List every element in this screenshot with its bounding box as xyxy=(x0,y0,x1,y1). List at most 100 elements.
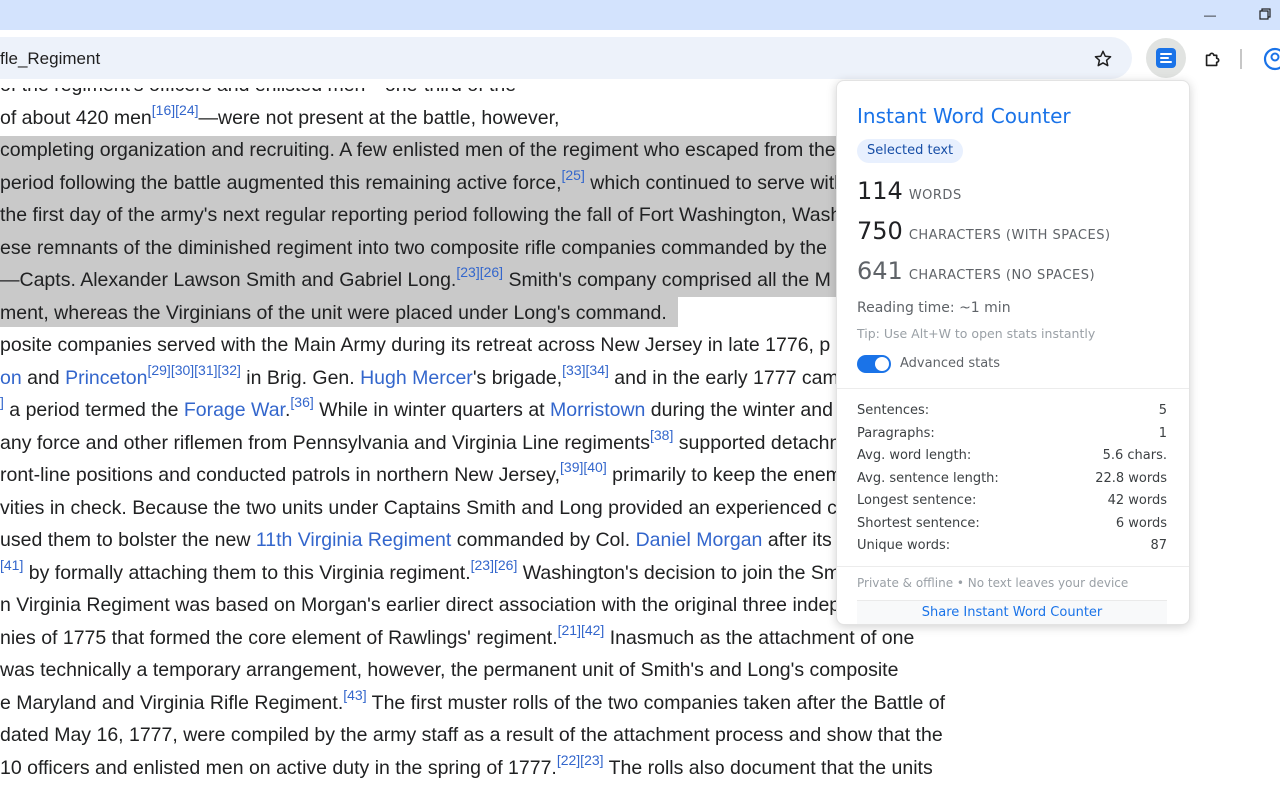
article-text-line: nies of 1775 that formed the core elemen… xyxy=(0,622,914,654)
advanced-stats-toggle[interactable] xyxy=(857,355,891,373)
url-text[interactable]: fle_Regiment xyxy=(0,48,100,70)
bookmark-star-button[interactable] xyxy=(1088,45,1118,73)
stat-row-longest-sentence: Longest sentence: 42 words xyxy=(857,489,1167,511)
article-text-line: dated May 16, 1777, were compiled by the… xyxy=(0,719,943,751)
char-with-spaces-label: CHARACTERS (WITH SPACES) xyxy=(908,228,1111,243)
text-run: primarily to keep the enemy xyxy=(606,464,852,486)
restore-button[interactable] xyxy=(1245,0,1280,30)
stats-divider xyxy=(837,388,1189,389)
wiki-link[interactable]: 11th Virginia Regiment xyxy=(256,529,451,551)
citation-link[interactable]: [33][34] xyxy=(562,362,609,378)
minimize-icon: — xyxy=(1204,8,1216,22)
wiki-link[interactable]: Hugh Mercer xyxy=(360,367,473,389)
citation-link[interactable]: [43] xyxy=(343,687,366,703)
text-run: The first muster rolls of the two compan… xyxy=(366,691,946,714)
text-run: —one-third of the xyxy=(365,88,516,96)
citation-link[interactable]: [16][24] xyxy=(152,102,199,118)
text-run: ese remnants of the diminished regiment … xyxy=(0,236,827,259)
char-no-spaces-label: CHARACTERS (NO SPACES) xyxy=(908,268,1096,283)
stat-value: 42 words xyxy=(1107,492,1167,508)
toggle-knob xyxy=(875,357,889,371)
text-run: nies of 1775 that formed the core elemen… xyxy=(0,626,558,649)
browser-title-bar xyxy=(0,0,1280,30)
shortcut-tip: Tip: Use Alt+W to open stats instantly xyxy=(857,326,1096,341)
citation-link[interactable]: [23][26] xyxy=(456,264,503,280)
text-run: and in the early 1777 cam xyxy=(608,366,839,389)
word-count: 114 WORDS xyxy=(857,177,962,205)
citation-link[interactable]: [41] xyxy=(0,557,23,573)
stat-label: Paragraphs: xyxy=(857,425,935,441)
stat-row-paragraphs: Paragraphs: 1 xyxy=(857,422,1167,444)
stat-value: 6 words xyxy=(1115,515,1167,531)
article-text-line: of about 420 men[16][24]—were not presen… xyxy=(0,102,559,134)
wiki-link[interactable]: on xyxy=(0,367,22,389)
star-icon xyxy=(1094,50,1112,67)
extensions-button[interactable] xyxy=(1198,45,1228,73)
citation-link[interactable]: [38] xyxy=(650,427,673,443)
citation-link[interactable]: [21][42] xyxy=(558,622,605,638)
stat-label: Sentences: xyxy=(857,402,930,418)
citation-link[interactable]: [39][40] xyxy=(560,459,607,475)
char-count-with-spaces: 750 CHARACTERS (WITH SPACES) xyxy=(857,217,1111,245)
share-button[interactable]: Share Instant Word Counter xyxy=(857,600,1167,624)
puzzle-icon xyxy=(1205,52,1220,67)
text-run: ment, whereas the Virginians of the unit… xyxy=(0,301,667,324)
advanced-stats-label: Advanced stats xyxy=(900,356,1001,371)
profile-button[interactable] xyxy=(1262,46,1280,72)
stat-label: Unique words: xyxy=(857,537,951,553)
minimize-button[interactable]: — xyxy=(1190,0,1230,30)
text-run: n Virginia Regiment was based on Morgan'… xyxy=(0,594,900,616)
wiki-link[interactable]: Forage War xyxy=(184,399,285,421)
char-count-no-spaces: 641 CHARACTERS (NO SPACES) xyxy=(857,257,1095,285)
word-count-value: 114 xyxy=(857,177,903,205)
text-run: in Brig. Gen. xyxy=(240,366,361,389)
word-count-label: WORDS xyxy=(908,188,962,203)
restore-icon xyxy=(1259,8,1271,20)
word-counter-icon xyxy=(1156,48,1176,68)
text-run: of about 420 men xyxy=(0,106,152,129)
text-run: Smith's company comprised all the M xyxy=(503,269,831,291)
text-run: 's brigade, xyxy=(472,366,563,389)
wiki-link[interactable]: Daniel Morgan xyxy=(636,529,763,551)
text-run: a period termed the xyxy=(3,399,184,421)
article-text-line: any force and other riflemen from Pennsy… xyxy=(0,427,857,459)
address-bar[interactable] xyxy=(0,37,1132,79)
stat-value: 22.8 words xyxy=(1095,470,1167,486)
citation-link[interactable]: [22][23] xyxy=(557,752,604,768)
article-text-line: of the regiment's officers and enlisted … xyxy=(0,88,516,101)
text-run: ront-line positions and conducted patrol… xyxy=(0,464,561,486)
text-run: supported detachme xyxy=(673,431,857,454)
article-text-line: 10 officers and enlisted men on active d… xyxy=(0,752,933,784)
article-text-line: e Maryland and Virginia Rifle Regiment.[… xyxy=(0,687,945,719)
article-text-line: vities in check. Because the two units u… xyxy=(0,492,848,524)
text-run: commanded by Col. xyxy=(451,529,636,551)
citation-link[interactable]: [36] xyxy=(290,394,313,410)
stat-value: 5 xyxy=(1158,402,1167,418)
wiki-link[interactable]: Princeton xyxy=(65,367,147,389)
word-counter-extension-button[interactable] xyxy=(1146,38,1186,78)
text-run: —were not present at the battle, however… xyxy=(198,106,560,129)
stat-label: Avg. word length: xyxy=(857,447,972,463)
toolbar-separator xyxy=(1240,49,1242,69)
text-run: the first day of the army's next regular… xyxy=(0,204,842,226)
wiki-link[interactable]: Morristown xyxy=(550,399,645,421)
stat-value: 87 xyxy=(1150,537,1167,553)
citation-link[interactable]: [23][26] xyxy=(471,557,518,573)
selected-text-line: period following the battle augmented th… xyxy=(0,167,845,199)
text-run: Inasmuch as the attachment of one xyxy=(604,626,915,649)
text-run: of the regiment's officers and enlisted … xyxy=(0,88,365,96)
privacy-note: Private & offline • No text leaves your … xyxy=(857,576,1129,590)
article-text-line: on and Princeton[29][30][31][32] in Brig… xyxy=(0,362,839,394)
stat-value: 5.6 chars. xyxy=(1102,447,1167,463)
text-run: after its xyxy=(762,529,832,551)
text-run: during the winter and xyxy=(645,399,833,421)
text-run: period following the battle augmented th… xyxy=(0,171,562,194)
citation-link[interactable]: [29][30][31][32] xyxy=(147,362,240,378)
footer-divider xyxy=(837,566,1189,567)
stat-row-sentences: Sentences: 5 xyxy=(857,399,1167,421)
text-run: any force and other riflemen from Pennsy… xyxy=(0,431,650,454)
citation-link[interactable]: [25] xyxy=(562,167,585,183)
char-with-spaces-value: 750 xyxy=(857,217,903,245)
stat-value: 1 xyxy=(1158,425,1167,441)
text-run: which continued to serve with xyxy=(584,171,845,194)
